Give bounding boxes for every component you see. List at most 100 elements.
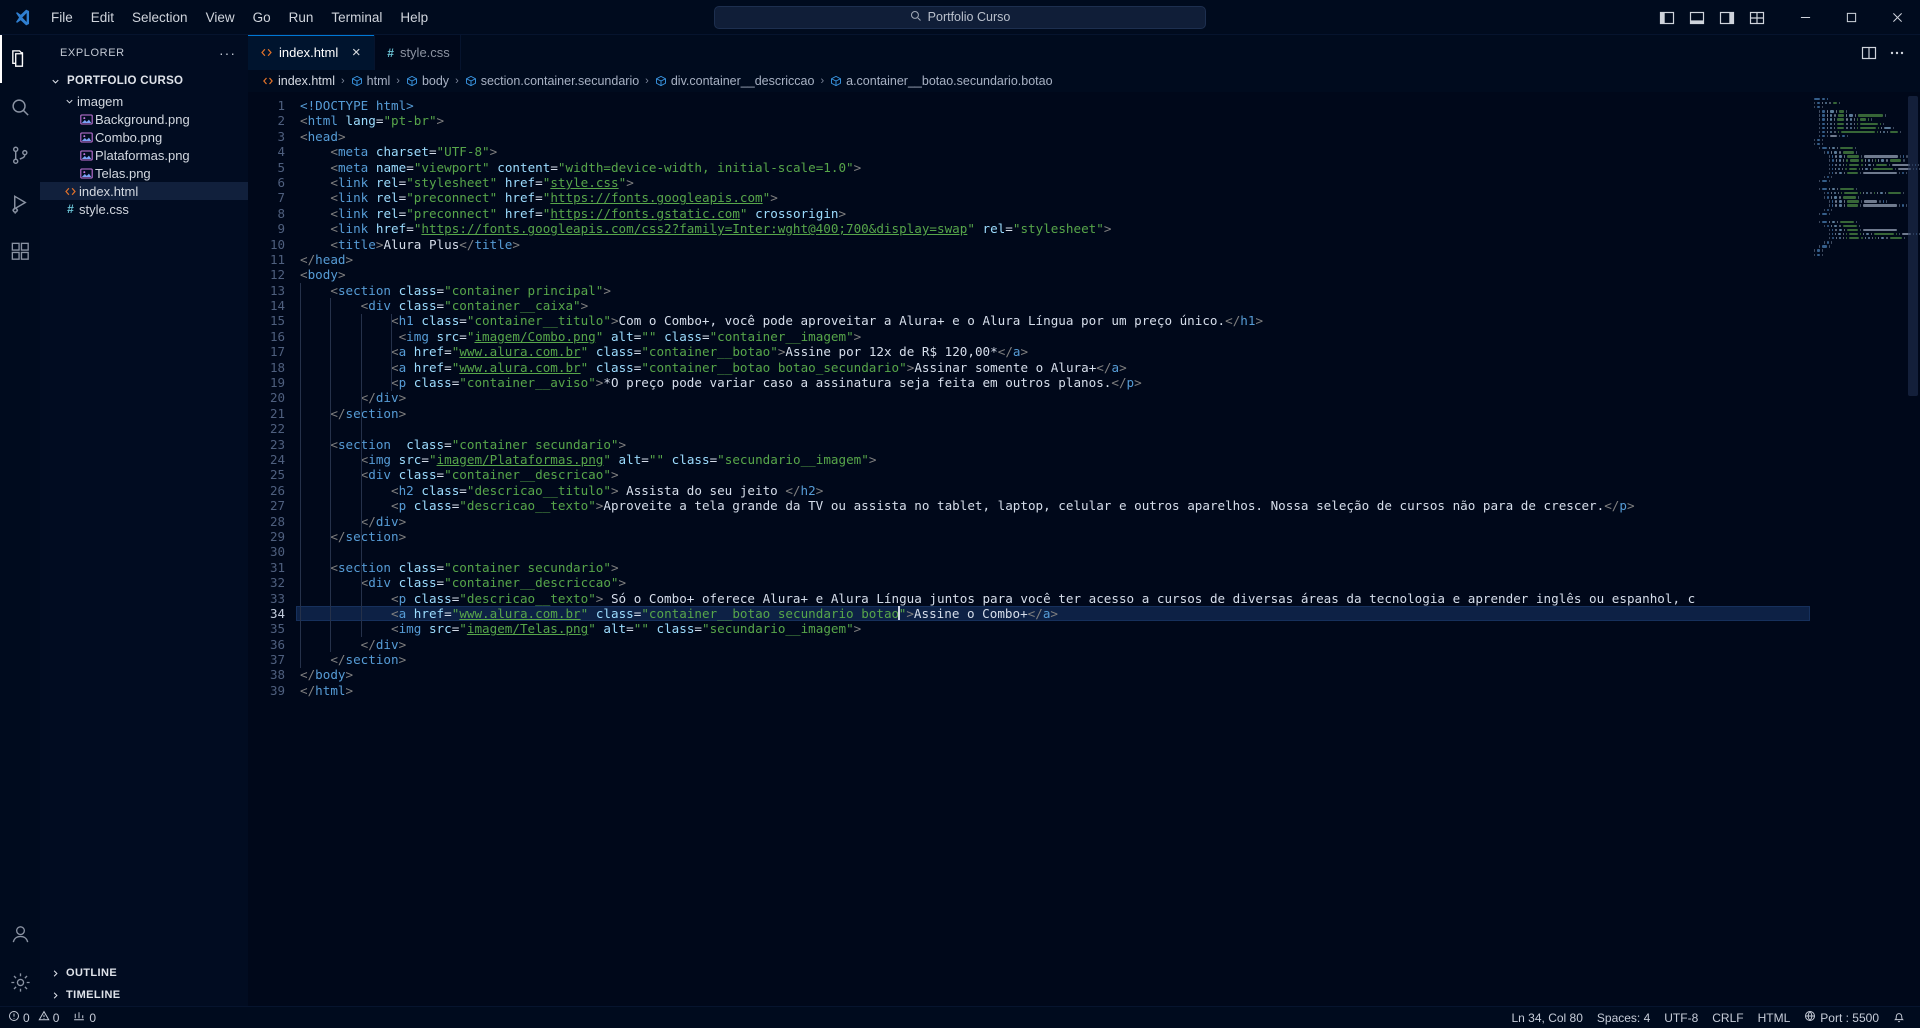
code-line[interactable]: <head> <box>296 129 1810 144</box>
code-line[interactable]: <title>Alura Plus</title> <box>296 237 1810 252</box>
maximize-button[interactable] <box>1828 0 1874 35</box>
problems-status[interactable]: 0 0 <box>0 1007 66 1028</box>
tab-close-icon[interactable]: × <box>348 45 364 60</box>
code-line[interactable]: <a href="www.alura.com.br" class="contai… <box>296 605 1810 622</box>
code-line[interactable]: </section> <box>296 529 1810 544</box>
code-line[interactable]: </html> <box>296 683 1810 698</box>
activity-explorer[interactable] <box>0 35 40 83</box>
breadcrumb-item-0[interactable]: index.html <box>260 74 337 88</box>
code-line[interactable]: <section class="container secundario"> <box>296 560 1810 575</box>
code-line[interactable]: <h2 class="descricao__titulo"> Assista d… <box>296 483 1810 498</box>
menu-help[interactable]: Help <box>391 7 437 28</box>
code-line[interactable] <box>296 421 1810 436</box>
code-line[interactable]: <img src="imagem/Combo.png" alt="" class… <box>296 329 1810 344</box>
code-line[interactable]: </section> <box>296 406 1810 421</box>
code-line[interactable]: <h1 class="container__titulo">Com o Comb… <box>296 313 1810 328</box>
file-plataformas-png[interactable]: Plataformas.png <box>40 146 248 164</box>
code-line[interactable]: <p class="descricao__texto">Aproveite a … <box>296 498 1810 513</box>
code-line[interactable]: <img src="imagem/Telas.png" alt="" class… <box>296 621 1810 636</box>
panel-outline[interactable]: OUTLINE <box>40 962 248 984</box>
minimap[interactable] <box>1810 92 1920 1006</box>
menu-file[interactable]: File <box>42 7 82 28</box>
menu-view[interactable]: View <box>197 7 244 28</box>
live-server-port[interactable]: Port : 5500 <box>1797 1007 1886 1028</box>
cursor-position[interactable]: Ln 34, Col 80 <box>1505 1007 1590 1028</box>
toggle-panel-icon[interactable] <box>1684 7 1710 29</box>
panel-timeline[interactable]: TIMELINE <box>40 984 248 1006</box>
menu-selection[interactable]: Selection <box>123 7 197 28</box>
code-line[interactable]: <img src="imagem/Plataformas.png" alt=""… <box>296 452 1810 467</box>
code-line[interactable]: <meta name="viewport" content="width=dev… <box>296 160 1810 175</box>
code-line[interactable]: </section> <box>296 652 1810 667</box>
code-editor[interactable]: 1 2 3 4 5 6 7 8 9 10 11 12 13 14 15 16 17 18 19 20 21 22 23 24 2… <box>248 92 1920 1006</box>
code-line[interactable]: <a href="www.alura.com.br" class="contai… <box>296 360 1810 375</box>
code-line[interactable]: <a href="www.alura.com.br" class="contai… <box>296 344 1810 359</box>
more-actions-icon[interactable] <box>1884 40 1910 66</box>
code-line[interactable]: <section class="container secundario"> <box>296 437 1810 452</box>
code-line[interactable]: <div class="container__descriccao"> <box>296 575 1810 590</box>
menu-terminal[interactable]: Terminal <box>322 7 391 28</box>
code-line[interactable] <box>296 544 1810 559</box>
activity-source-control[interactable] <box>0 131 40 179</box>
language-mode[interactable]: HTML <box>1751 1007 1798 1028</box>
code-scroll-area[interactable]: 1 2 3 4 5 6 7 8 9 10 11 12 13 14 15 16 17 18 19 20 21 22 23 24 2… <box>248 92 1810 1006</box>
scrollbar-thumb[interactable] <box>1908 96 1918 396</box>
file-telas-png[interactable]: Telas.png <box>40 164 248 182</box>
ports-status[interactable]: 0 <box>66 1007 103 1028</box>
tab-index-html[interactable]: index.html × <box>248 35 376 70</box>
toggle-secondary-sidebar-icon[interactable] <box>1714 7 1740 29</box>
customize-layout-icon[interactable] <box>1744 7 1770 29</box>
breadcrumb-item-1[interactable]: html <box>349 74 393 88</box>
code-line[interactable]: </div> <box>296 514 1810 529</box>
code-line[interactable]: <p class="descricao__texto"> Só o Combo+… <box>296 591 1810 606</box>
code-line[interactable]: <body> <box>296 267 1810 282</box>
breadcrumb-item-3[interactable]: section.container.secundario <box>463 74 641 88</box>
split-editor-icon[interactable] <box>1856 40 1882 66</box>
code-line[interactable]: </body> <box>296 667 1810 682</box>
activity-run-debug[interactable] <box>0 179 40 227</box>
file-style-css[interactable]: # style.css <box>40 200 248 218</box>
code-line[interactable]: <meta charset="UTF-8"> <box>296 144 1810 159</box>
breadcrumb-item-2[interactable]: body <box>404 74 451 88</box>
code-line[interactable]: </head> <box>296 252 1810 267</box>
code-content[interactable]: <!DOCTYPE html> <html lang="pt-br"> <head>… <box>296 92 1810 1006</box>
minimize-button[interactable] <box>1782 0 1828 35</box>
explorer-more-actions-icon[interactable]: ··· <box>219 45 236 61</box>
breadcrumb-item-4[interactable]: div.container__descriccao <box>653 74 817 88</box>
code-line[interactable]: </div> <box>296 390 1810 405</box>
breadcrumb-item-5[interactable]: a.container__botao.secundario.botao <box>828 74 1054 88</box>
code-line[interactable]: <link rel="preconnect" href="https://fon… <box>296 206 1810 221</box>
code-line[interactable]: <!DOCTYPE html> <box>296 98 1810 113</box>
code-line[interactable]: <section class="container principal"> <box>296 283 1810 298</box>
eol-setting[interactable]: CRLF <box>1705 1007 1750 1028</box>
command-center-box[interactable]: Portfolio Curso <box>714 5 1206 29</box>
editor-scrollbar[interactable] <box>1906 92 1920 1006</box>
indentation-setting[interactable]: Spaces: 4 <box>1590 1007 1657 1028</box>
file-index-html[interactable]: index.html <box>40 182 248 200</box>
code-line[interactable]: <link rel="preconnect" href="https://fon… <box>296 190 1810 205</box>
code-line[interactable]: <div class="container__caixa"> <box>296 298 1810 313</box>
command-center[interactable]: Portfolio Curso <box>714 5 1206 29</box>
activity-accounts[interactable] <box>0 910 40 958</box>
file-combo-png[interactable]: Combo.png <box>40 128 248 146</box>
activity-extensions[interactable] <box>0 227 40 275</box>
notifications-bell-icon[interactable] <box>1886 1007 1912 1028</box>
code-line[interactable]: <div class="container__descricao"> <box>296 467 1810 482</box>
code-line[interactable]: <html lang="pt-br"> <box>296 113 1810 128</box>
menu-run[interactable]: Run <box>280 7 323 28</box>
folder-root-portfolio-curso[interactable]: PORTFOLIO CURSO <box>40 70 248 92</box>
activity-search[interactable] <box>0 83 40 131</box>
code-line[interactable]: <link href="https://fonts.googleapis.com… <box>296 221 1810 236</box>
menu-go[interactable]: Go <box>244 7 280 28</box>
folder-imagem[interactable]: imagem <box>40 92 248 110</box>
code-line[interactable]: <link rel="stylesheet" href="style.css"> <box>296 175 1810 190</box>
activity-manage-gear-icon[interactable] <box>0 958 40 1006</box>
close-button[interactable] <box>1874 0 1920 35</box>
toggle-primary-sidebar-icon[interactable] <box>1654 7 1680 29</box>
tab-style-css[interactable]: # style.css <box>375 35 461 70</box>
code-line[interactable]: </div> <box>296 637 1810 652</box>
menu-edit[interactable]: Edit <box>82 7 123 28</box>
encoding-setting[interactable]: UTF-8 <box>1657 1007 1705 1028</box>
code-line[interactable]: <p class="container__aviso">*O preço pod… <box>296 375 1810 390</box>
file-background-png[interactable]: Background.png <box>40 110 248 128</box>
